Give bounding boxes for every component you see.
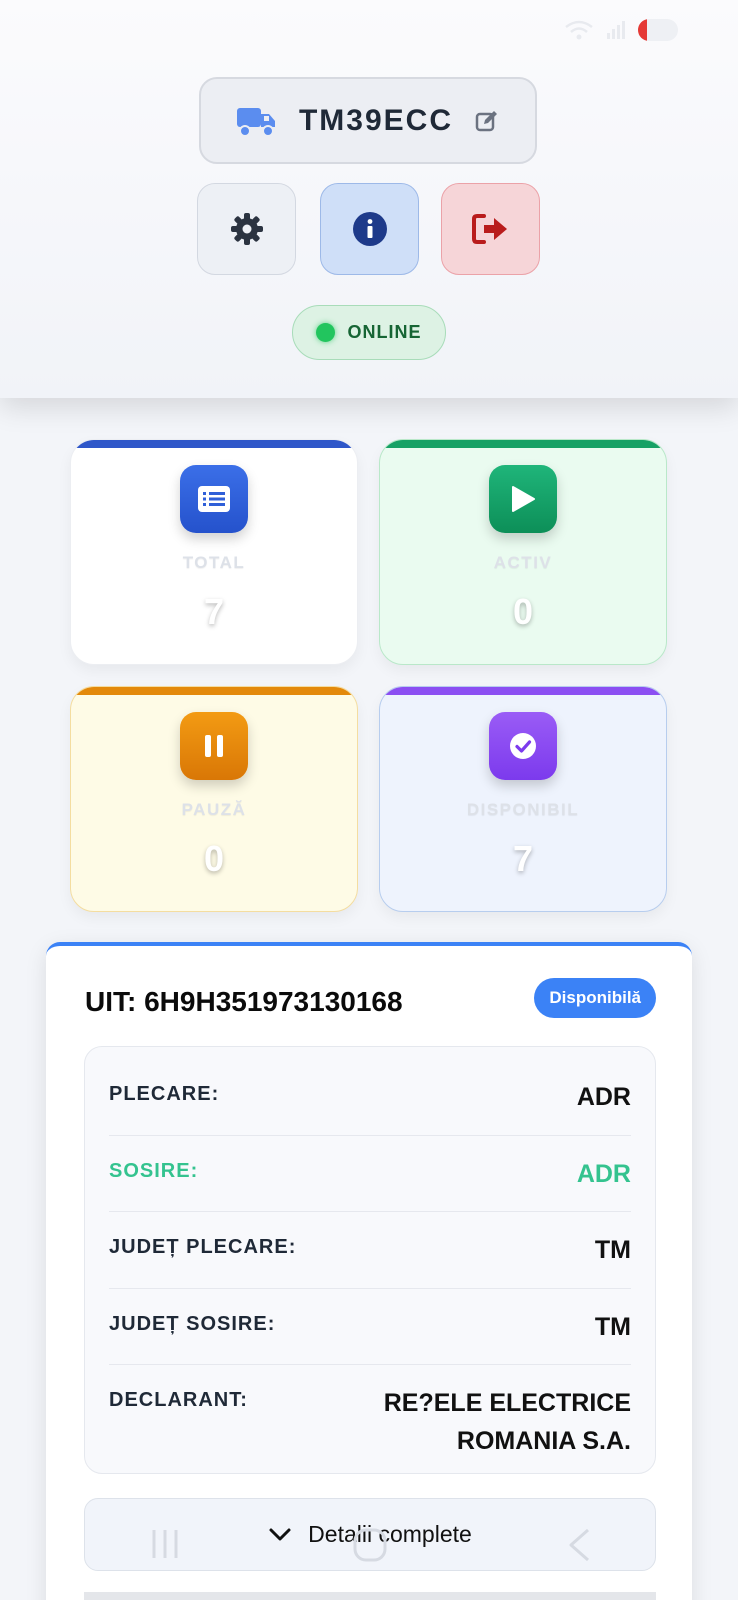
online-indicator bbox=[316, 323, 336, 342]
play-icon bbox=[489, 465, 557, 533]
stat-label: ACTIV bbox=[493, 553, 553, 572]
status-icons bbox=[564, 19, 678, 41]
truck-icon bbox=[236, 107, 275, 137]
connection-status: ONLINE bbox=[292, 305, 446, 360]
details-toggle-label: Detalii complete bbox=[308, 1521, 472, 1547]
gear-icon bbox=[230, 213, 263, 245]
detail-label: JUDEȚ PLECARE: bbox=[109, 1236, 297, 1258]
info-icon bbox=[352, 212, 387, 246]
detail-value: TM bbox=[594, 1236, 631, 1264]
stat-card-total[interactable]: TOTAL 7 bbox=[70, 439, 358, 665]
details-toggle-button[interactable]: Detalii complete bbox=[84, 1498, 656, 1571]
detail-value: TM bbox=[594, 1312, 631, 1341]
settings-button[interactable] bbox=[197, 183, 296, 275]
pause-icon bbox=[180, 712, 248, 780]
stat-card-activ[interactable]: ACTIV 0 bbox=[379, 439, 667, 665]
edit-icon[interactable] bbox=[475, 109, 499, 133]
stat-value: 7 bbox=[512, 838, 534, 879]
detail-value: ADR bbox=[576, 1159, 631, 1188]
uit-title: UIT: 6H9H351973130168 bbox=[85, 986, 403, 1017]
wifi-icon bbox=[565, 20, 593, 40]
signal-icon bbox=[607, 21, 625, 39]
transport-details: PLECARE: ADR SOSIRE: ADR JUDEȚ PLECARE: … bbox=[84, 1046, 656, 1474]
detail-row-plecare: PLECARE: ADR bbox=[109, 1059, 631, 1136]
detail-label: JUDEȚ SOSIRE: bbox=[109, 1312, 276, 1335]
logout-button[interactable] bbox=[441, 183, 540, 275]
detail-label: SOSIRE: bbox=[109, 1159, 199, 1182]
detail-row-judet-plecare: JUDEȚ PLECARE: TM bbox=[109, 1212, 631, 1289]
list-icon bbox=[180, 465, 248, 533]
stat-label: DISPONIBIL bbox=[466, 800, 580, 819]
connection-status-label: ONLINE bbox=[347, 322, 422, 342]
stat-label: TOTAL bbox=[182, 553, 246, 572]
stat-value: 0 bbox=[512, 591, 534, 632]
stat-card-disponibil[interactable]: DISPONIBIL 7 bbox=[379, 686, 667, 912]
status-badge: Disponibilă bbox=[534, 978, 656, 1018]
check-circle-icon bbox=[489, 712, 557, 780]
detail-row-sosire: SOSIRE: ADR bbox=[109, 1136, 631, 1212]
detail-value: RE?ELE ELECTRICE ROMANIA S.A. bbox=[383, 1389, 631, 1455]
system-status-bar bbox=[0, 0, 738, 60]
detail-label: DECLARANT: bbox=[109, 1389, 248, 1411]
battery-icon bbox=[638, 19, 678, 41]
header-panel: TM39ECC ONLINE bbox=[0, 0, 738, 398]
detail-row-declarant: DECLARANT: RE?ELE ELECTRICE ROMANIA S.A. bbox=[109, 1365, 631, 1478]
transport-card[interactable]: UIT: 6H9H351973130168 Disponibilă PLECAR… bbox=[46, 942, 692, 1600]
logout-icon bbox=[471, 214, 507, 244]
stat-value: 0 bbox=[203, 838, 225, 879]
detail-row-judet-sosire: JUDEȚ SOSIRE: TM bbox=[109, 1289, 631, 1365]
vehicle-selector[interactable]: TM39ECC bbox=[199, 77, 537, 164]
chevron-down-icon bbox=[269, 1528, 291, 1540]
info-button[interactable] bbox=[320, 183, 419, 275]
stat-card-pauza[interactable]: PAUZĂ 0 bbox=[70, 686, 358, 912]
vehicle-plate: TM39ECC bbox=[298, 103, 454, 137]
detail-label: PLECARE: bbox=[109, 1083, 220, 1105]
detail-value: ADR bbox=[576, 1083, 631, 1111]
stat-value: 7 bbox=[203, 591, 225, 632]
stat-label: PAUZĂ bbox=[181, 800, 247, 819]
next-section-edge bbox=[84, 1592, 656, 1600]
